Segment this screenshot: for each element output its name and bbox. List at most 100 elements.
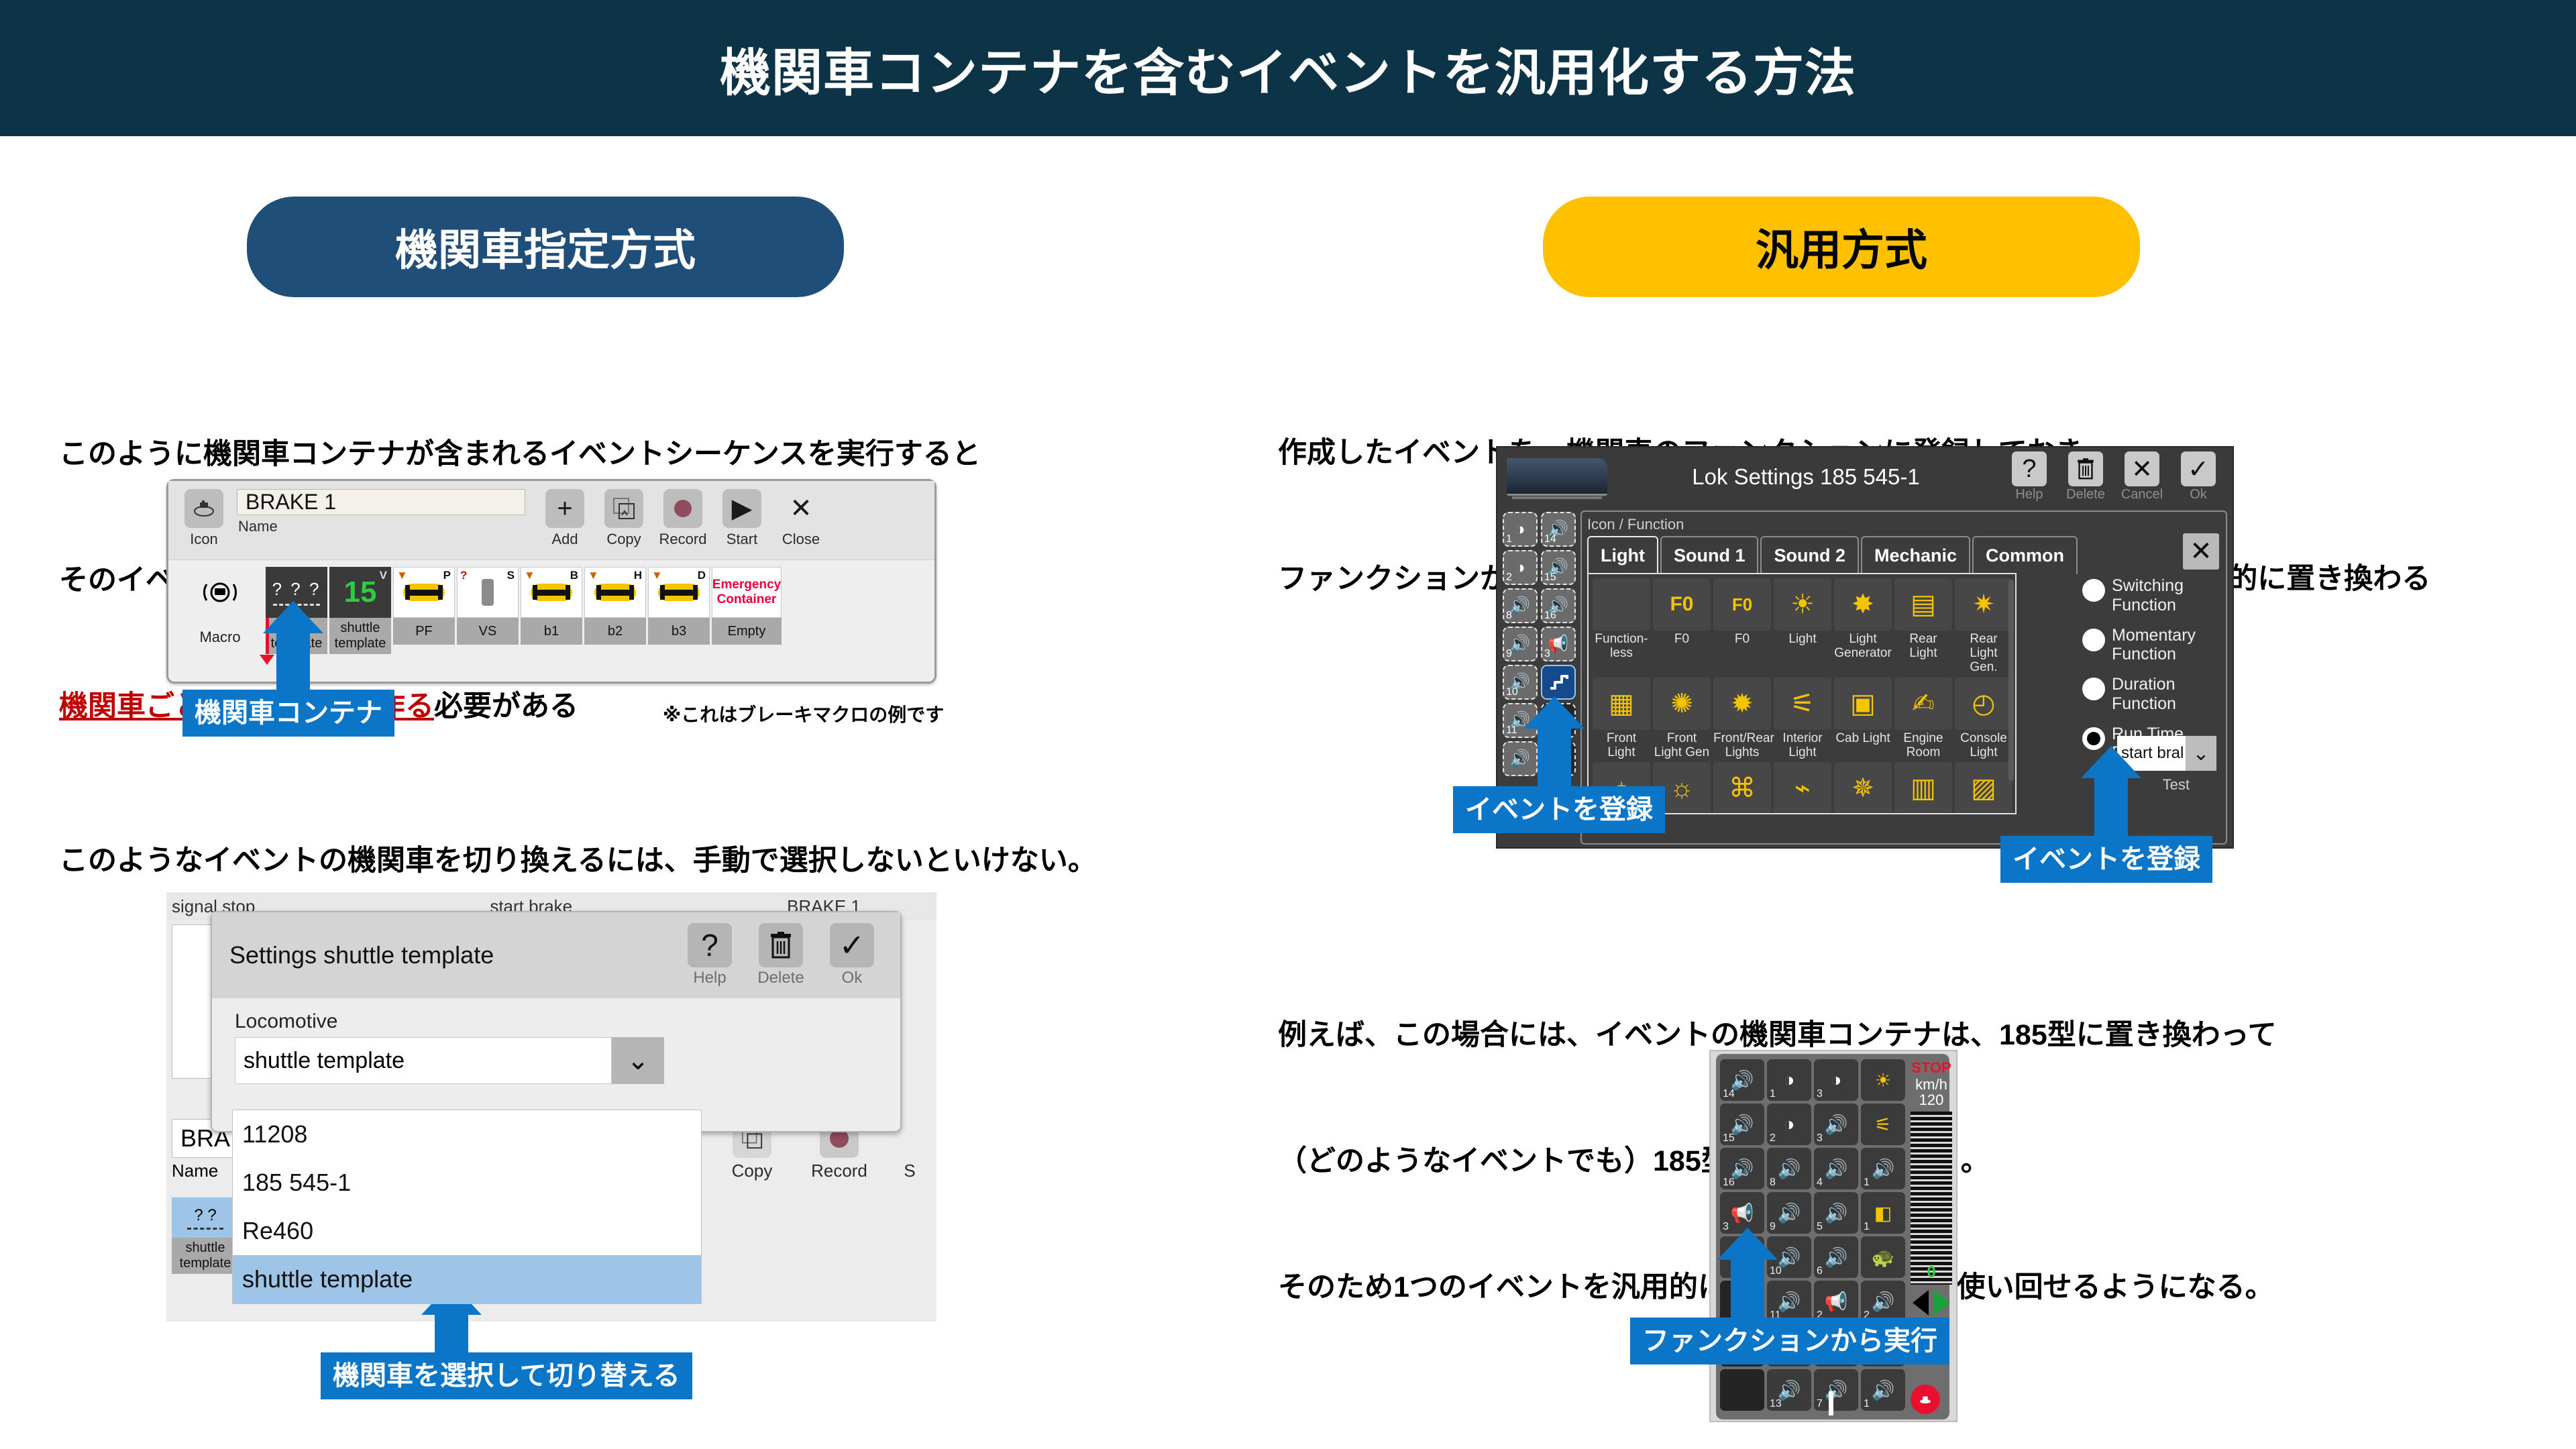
icon-cell[interactable]: ▥Cabins — [1894, 762, 1952, 813]
macro-step[interactable]: ▼ P PF — [393, 567, 455, 654]
ctrl-button[interactable]: 📢 2 — [1814, 1281, 1858, 1322]
dropdown-option-selected[interactable]: shuttle template — [233, 1255, 701, 1303]
macro-step[interactable]: ? S VS — [457, 567, 519, 654]
ctrl-button[interactable]: 🔊 14 — [1720, 1059, 1764, 1101]
icon-cell[interactable]: ☀ Light — [1774, 578, 1831, 675]
ctrl-button[interactable]: 🔊 13 — [1767, 1369, 1811, 1411]
bg-step[interactable]: ? ? shuttle template — [172, 1197, 239, 1274]
icon-cell[interactable]: ⌁Table Light 1 — [1774, 762, 1831, 813]
function-button[interactable]: 🔊 15 — [1541, 550, 1576, 585]
panel-close-icon[interactable]: ✕ — [2183, 533, 2219, 570]
macro-step[interactable]: ▼ H b2 — [584, 567, 646, 654]
icon-cell[interactable]: ⚟ Interior Light — [1774, 677, 1831, 760]
ctrl-button[interactable]: ◑ 1 — [1767, 1059, 1811, 1101]
icon-cell[interactable]: ✵Party Light — [1834, 762, 1892, 813]
help-button[interactable]: ? Help — [679, 923, 741, 987]
macro-step-visual: ▼ H — [584, 567, 646, 618]
macro-record-button[interactable]: Record — [657, 489, 709, 548]
icon-cell[interactable]: F0 F0 — [1713, 578, 1771, 675]
ctrl-button[interactable]: 🔊 11 — [1767, 1281, 1811, 1322]
radio-duration-function[interactable]: Duration Function — [2082, 675, 2216, 714]
ctrl-button-headlight[interactable]: ◧ 1 — [1861, 1192, 1905, 1234]
ctrl-button[interactable]: 🔊 1 — [1861, 1369, 1905, 1411]
dropdown-option[interactable]: 185 545-1 — [233, 1159, 701, 1207]
direction-reverse-icon[interactable] — [1913, 1290, 1929, 1316]
icon-cell[interactable]: ▦ Front Light — [1593, 677, 1650, 760]
function-button[interactable]: 🔊 8 — [1503, 588, 1538, 623]
icon-cell[interactable]: ✷ Rear Light Gen. — [1955, 578, 2012, 675]
macro-icon-button[interactable]: Icon — [178, 489, 230, 548]
locomotive-select[interactable]: shuttle template ⌄ — [235, 1037, 664, 1084]
function-button[interactable]: 🔊 10 — [1503, 665, 1538, 700]
function-button[interactable]: ◑ 1 — [1503, 512, 1538, 547]
tab-light[interactable]: Light — [1587, 536, 1658, 574]
ctrl-button-lamp[interactable]: ⚟ — [1861, 1104, 1905, 1145]
macro-step[interactable]: Emergency Container Empty — [712, 567, 782, 654]
ctrl-button[interactable]: ◑ 3 — [1814, 1059, 1858, 1101]
tab-sound-2[interactable]: Sound 2 — [1760, 536, 1859, 574]
icon-cell[interactable]: ◴ Console Light — [1955, 677, 2012, 760]
macro-close-label: Close — [782, 531, 820, 547]
icon-cell[interactable]: ▤ Rear Light — [1894, 578, 1952, 675]
macro-name-label: Name — [238, 518, 278, 535]
radio-switching-function[interactable]: Switching Function — [2082, 576, 2216, 615]
tab-common[interactable]: Common — [1972, 536, 2078, 574]
ctrl-button-turtle[interactable]: 🐢 — [1861, 1236, 1905, 1278]
ctrl-button-empty[interactable] — [1720, 1369, 1764, 1411]
icon-cell[interactable]: Function-less — [1593, 578, 1650, 675]
icon-cell[interactable]: ▨Corridor — [1955, 762, 2012, 813]
macro-copy-button[interactable]: Copy — [598, 489, 650, 548]
ctrl-button[interactable]: 🔊 8 — [1767, 1148, 1811, 1189]
function-button-selected-event[interactable] — [1541, 665, 1576, 700]
ctrl-button[interactable]: 🔊 3 — [1814, 1104, 1858, 1145]
function-button[interactable]: 📢 3 — [1541, 627, 1576, 661]
function-button[interactable]: 🔊 9 — [1503, 627, 1538, 661]
function-button[interactable]: ◑ 2 — [1503, 550, 1538, 585]
lok-delete-button[interactable]: Delete — [2061, 451, 2110, 502]
ctrl-button[interactable]: 🔊 6 — [1814, 1236, 1858, 1278]
callout-select-locomotive: 機関車を選択して切り替える — [321, 1283, 692, 1399]
icon-cell[interactable]: ⌘Table Light 2 — [1713, 762, 1771, 813]
ctrl-button[interactable]: ◑ 2 — [1767, 1104, 1811, 1145]
tab-sound-1[interactable]: Sound 1 — [1660, 536, 1759, 574]
icon-grid-scrollbar[interactable] — [2008, 580, 2014, 781]
lok-ok-button[interactable]: ✓ Ok — [2174, 451, 2223, 502]
icon-cell[interactable]: ✍ Engine Room — [1894, 677, 1952, 760]
icon-cell[interactable]: ✺ Front Light Gen — [1653, 677, 1711, 760]
delete-button[interactable]: Delete — [750, 923, 812, 987]
lok-help-button[interactable]: ? Help — [2004, 451, 2054, 502]
macro-step[interactable]: ▼ D b3 — [648, 567, 710, 654]
macro-add-button[interactable]: + Add — [539, 489, 591, 548]
function-button[interactable]: 🔊 — [1503, 741, 1538, 776]
macro-close-button[interactable]: ✕ Close — [775, 489, 827, 548]
ctrl-button[interactable]: 🔊 16 — [1720, 1148, 1764, 1189]
macro-name-input[interactable]: BRAKE 1 — [237, 489, 525, 515]
function-button[interactable]: 🔊 16 — [1541, 588, 1576, 623]
ctrl-button[interactable]: 🔊 2 — [1861, 1281, 1905, 1322]
controller-handle[interactable] — [1829, 1391, 1833, 1415]
macro-step[interactable]: ▼ B b1 — [521, 567, 582, 654]
ok-button[interactable]: ✓ Ok — [821, 923, 883, 987]
function-button[interactable]: 🔊 14 — [1541, 512, 1576, 547]
ctrl-button[interactable]: 🔊 7 — [1814, 1369, 1858, 1411]
locomotive-dropdown-list[interactable]: 11208 185 545-1 Re460 shuttle template — [232, 1110, 702, 1304]
macro-step[interactable]: V 15 shuttle template — [329, 567, 391, 654]
dropdown-option[interactable]: 11208 — [233, 1110, 701, 1159]
radio-momentary-function[interactable]: Momentary Function — [2082, 626, 2216, 665]
emergency-stop-icon[interactable] — [1911, 1385, 1940, 1414]
speed-bar-gauge[interactable]: 0 — [1911, 1112, 1952, 1285]
dropdown-option[interactable]: Re460 — [233, 1207, 701, 1255]
ctrl-button[interactable]: 🔊 15 — [1720, 1104, 1764, 1145]
macro-start-button[interactable]: ▶ Start — [716, 489, 768, 548]
ctrl-button[interactable]: 🔊 4 — [1814, 1148, 1858, 1189]
icon-cell[interactable]: ▣ Cab Light — [1834, 677, 1892, 760]
direction-forward-icon[interactable] — [1934, 1290, 1950, 1316]
icon-cell[interactable]: F0 F0 — [1653, 578, 1711, 675]
icon-cell[interactable]: ✹ Front/Rear Lights — [1713, 677, 1774, 760]
ctrl-button-sun[interactable]: ☀ — [1861, 1059, 1905, 1101]
ctrl-button[interactable]: 🔊 5 — [1814, 1192, 1858, 1234]
ctrl-button-sound-active[interactable]: 🔊 1 — [1861, 1148, 1905, 1189]
icon-cell[interactable]: ✸ Light Generator — [1834, 578, 1892, 675]
tab-mechanic[interactable]: Mechanic — [1860, 536, 1971, 574]
lok-cancel-button[interactable]: ✕ Cancel — [2117, 451, 2167, 502]
